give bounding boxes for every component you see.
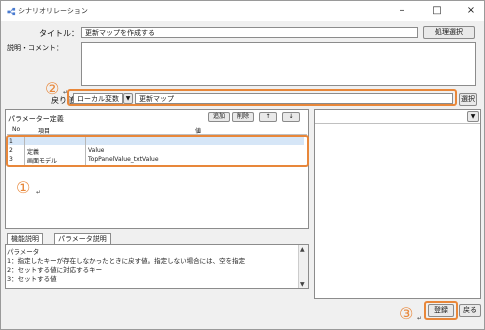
move-down-button[interactable]: ↓ [282, 112, 300, 122]
move-up-button[interactable]: ↑ [259, 112, 277, 122]
title-input[interactable]: 更新マップを作成する [81, 27, 418, 38]
scenario-window: シナリオリレーション – □ × タイトル： 更新マップを作成する 処理選択 説… [0, 0, 485, 330]
desc-line: 3：セットする値 [7, 275, 57, 283]
app-icon [7, 7, 16, 16]
add-param-button[interactable]: 追加 [208, 112, 230, 122]
col-header-no: No [12, 126, 21, 133]
back-button[interactable]: 戻る [459, 304, 481, 317]
right-panel-divider [315, 123, 480, 124]
close-button[interactable]: × [460, 4, 482, 18]
return-select-button[interactable]: 選択 [459, 93, 477, 106]
maximize-button[interactable]: □ [426, 4, 448, 18]
tab-param-desc[interactable]: パラメータ説明 [54, 233, 111, 244]
select-process-button[interactable]: 処理選択 [423, 26, 475, 39]
return-type-select[interactable]: ローカル変数 [73, 93, 123, 104]
return-value-input[interactable]: 更新マップ [135, 93, 453, 104]
minimize-button[interactable]: – [391, 4, 413, 18]
return-type-dropdown-icon[interactable]: ▼ [123, 93, 133, 104]
window-title: シナリオリレーション [18, 7, 88, 15]
annotation-1: ① [16, 178, 31, 197]
desc-label: 説明・コメント： [7, 44, 63, 52]
scroll-down-icon[interactable]: ▼ [300, 281, 305, 288]
param-header: パラメーター定義 [8, 115, 64, 123]
scroll-up-icon[interactable]: ▲ [300, 246, 305, 253]
desc-textarea[interactable] [81, 42, 476, 86]
param-panel [5, 109, 309, 229]
right-panel[interactable] [314, 109, 481, 299]
param-rows-highlight [6, 135, 309, 167]
right-panel-dropdown-icon[interactable]: ▼ [467, 111, 479, 122]
annotation-3: ③ [399, 304, 414, 323]
return-arrow-icon: ↵ [417, 315, 423, 322]
title-label: タイトル： [39, 29, 79, 38]
return-arrow-icon: ↵ [36, 189, 42, 196]
tab-function-desc[interactable]: 機能説明 [7, 233, 43, 244]
title-bar: シナリオリレーション – □ × [1, 1, 484, 21]
register-button[interactable]: 登録 [428, 304, 454, 317]
delete-param-button[interactable]: 削除 [232, 112, 254, 122]
